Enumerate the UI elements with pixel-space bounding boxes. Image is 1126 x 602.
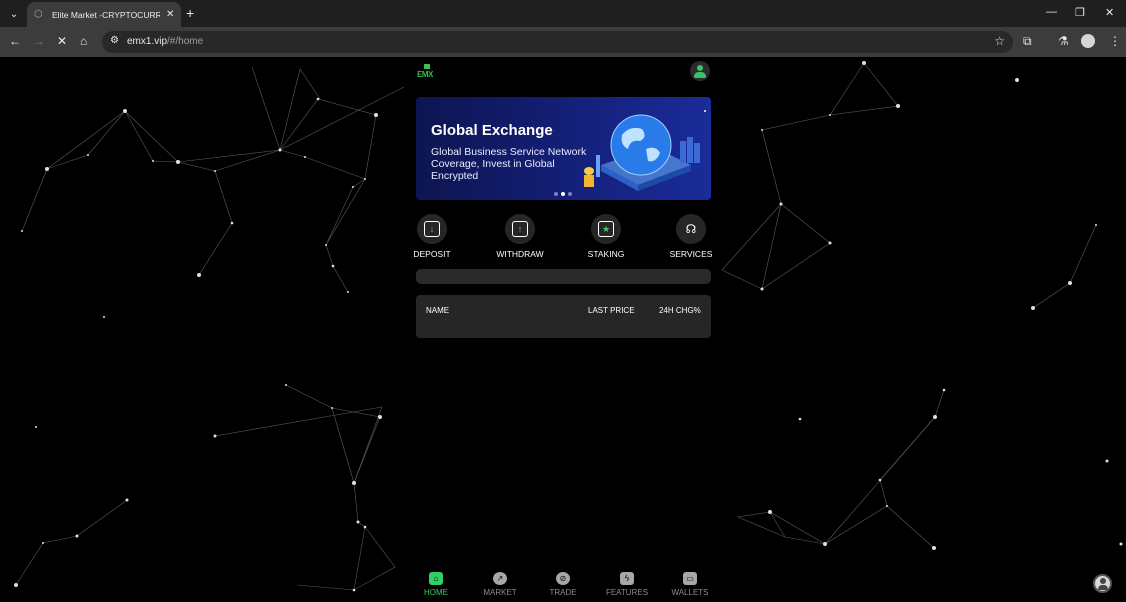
- support-user-icon: [1100, 578, 1106, 584]
- tab-title: Elite Market -CRYPTOCURRENC: [52, 9, 160, 20]
- close-window-icon[interactable]: ✕: [1105, 6, 1114, 19]
- withdraw-label: WITHDRAW: [496, 249, 544, 259]
- chart-icon: ↗: [493, 572, 507, 585]
- tab-favicon-icon: ⬡: [34, 9, 43, 20]
- nav-market[interactable]: ↗ MARKET: [470, 572, 530, 597]
- bookmark-star-icon[interactable]: ☆: [994, 34, 1005, 48]
- nav-trade[interactable]: ⊘ TRADE: [533, 572, 593, 597]
- col-header-24h-change[interactable]: 24H CHG%: [659, 306, 701, 315]
- mobile-app-container: EMX Global Exchange Global Business Serv…: [413, 57, 712, 602]
- emx-logo[interactable]: EMX: [417, 64, 439, 80]
- staking-icon: ★: [598, 221, 614, 237]
- col-header-name[interactable]: NAME: [426, 306, 449, 315]
- tab-search-chevron-icon[interactable]: ⌄: [6, 6, 22, 22]
- nav-home[interactable]: ⌂ HOME: [406, 572, 466, 597]
- staking-button[interactable]: ★ STAKING: [576, 214, 636, 259]
- extensions-puzzle-icon[interactable]: ⧉: [1023, 34, 1032, 49]
- deposit-icon: ↓: [424, 221, 440, 237]
- compass-icon: ⊘: [556, 572, 570, 585]
- menu-kebab-icon[interactable]: ⋮: [1109, 34, 1121, 48]
- services-button[interactable]: ☊ SERVICES: [661, 214, 721, 259]
- bottom-navigation: ⌂ HOME ↗ MARKET ⊘ TRADE ϟ FEATURES ▭ WAL…: [405, 570, 721, 602]
- browser-tab[interactable]: ⬡ Elite Market -CRYPTOCURRENC ✕: [27, 2, 181, 27]
- logo-mark-icon: [424, 64, 430, 69]
- col-header-last-price[interactable]: LAST PRICE: [588, 306, 635, 315]
- tab-close-icon[interactable]: ✕: [166, 9, 174, 20]
- notice-bar[interactable]: [416, 269, 711, 284]
- profile-avatar-icon[interactable]: [1081, 34, 1095, 48]
- forward-arrow-icon[interactable]: →: [33, 34, 45, 48]
- new-tab-plus-icon[interactable]: +: [186, 5, 194, 21]
- back-arrow-icon[interactable]: ←: [9, 34, 21, 48]
- floating-support-button[interactable]: [1093, 574, 1112, 593]
- browser-toolbar: ← → ✕ ⌂ ⚙ emx1.vip/#/home ☆ ⧉ ⚗ ⋮: [0, 27, 1126, 57]
- browser-tab-strip: ⌄ ⬡ Elite Market -CRYPTOCURRENC ✕ + — ❐ …: [0, 0, 1126, 27]
- withdraw-icon: ↑: [512, 221, 528, 237]
- carousel-dot[interactable]: [554, 192, 558, 196]
- promo-banner[interactable]: Global Exchange Global Business Service …: [416, 97, 711, 200]
- banner-subtitle: Global Business Service Network Coverage…: [431, 146, 587, 182]
- site-info-icon[interactable]: ⚙: [110, 35, 119, 46]
- banner-title: Global Exchange: [431, 122, 553, 139]
- lightning-icon: ϟ: [620, 572, 634, 585]
- page-viewport: EMX Global Exchange Global Business Serv…: [0, 57, 1126, 602]
- nav-wallets[interactable]: ▭ WALLETS: [660, 572, 720, 597]
- stop-loading-icon[interactable]: ✕: [57, 34, 67, 48]
- minimize-icon[interactable]: —: [1046, 6, 1057, 18]
- labs-flask-icon[interactable]: ⚗: [1058, 34, 1069, 48]
- deposit-label: DEPOSIT: [413, 249, 451, 259]
- home-browser-icon[interactable]: ⌂: [80, 34, 87, 48]
- deposit-button[interactable]: ↓ DEPOSIT: [402, 214, 462, 259]
- carousel-dot-active[interactable]: [561, 192, 565, 196]
- user-icon: [697, 65, 703, 71]
- carousel-dots: [554, 192, 572, 196]
- user-profile-button[interactable]: [690, 61, 710, 81]
- staking-label: STAKING: [587, 249, 625, 259]
- withdraw-button[interactable]: ↑ WITHDRAW: [490, 214, 550, 259]
- services-label: SERVICES: [669, 249, 713, 259]
- headset-icon: ☊: [685, 222, 697, 236]
- wallet-icon: ▭: [683, 572, 697, 585]
- url-text[interactable]: emx1.vip/#/home: [127, 36, 203, 47]
- nav-features[interactable]: ϟ FEATURES: [597, 572, 657, 597]
- home-icon: ⌂: [429, 572, 443, 585]
- address-bar[interactable]: ⚙ emx1.vip/#/home ☆: [102, 31, 1013, 53]
- market-table: NAME LAST PRICE 24H CHG%: [416, 295, 711, 338]
- restore-icon[interactable]: ❐: [1075, 6, 1085, 19]
- carousel-dot[interactable]: [568, 192, 572, 196]
